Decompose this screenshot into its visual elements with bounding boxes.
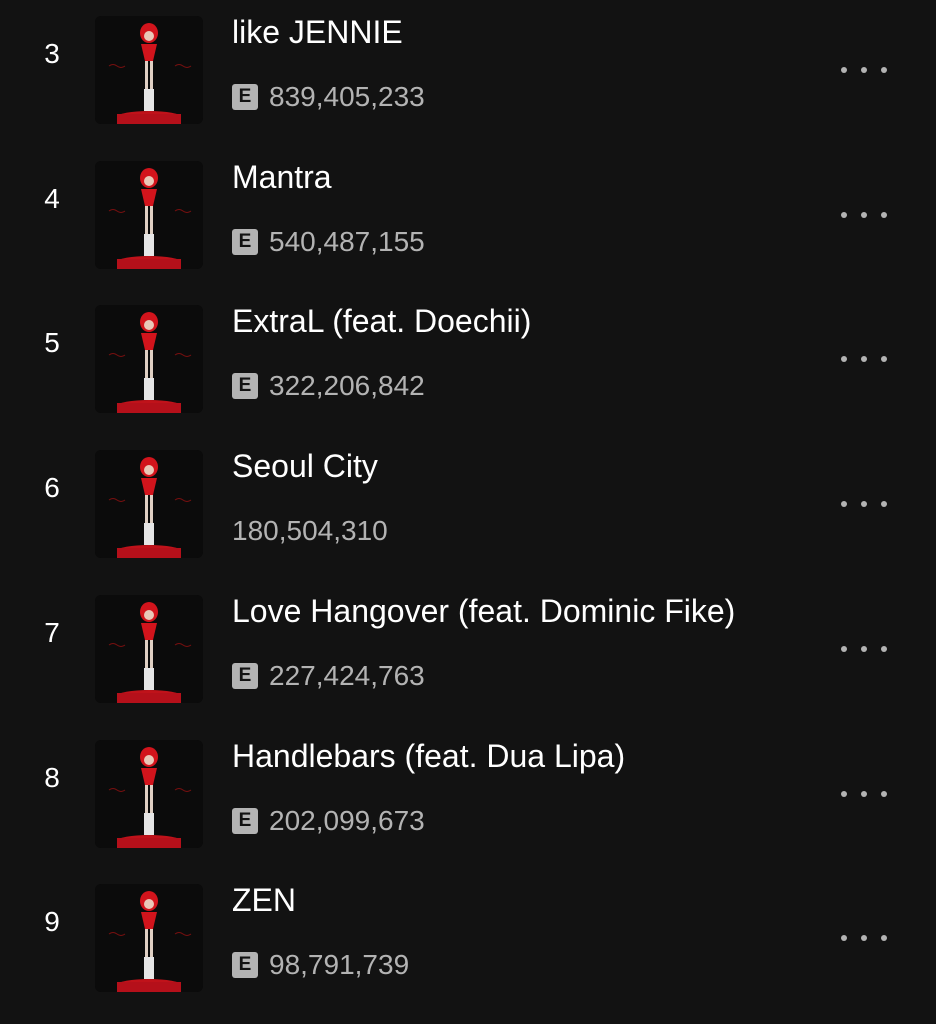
more-options-button[interactable]: [838, 341, 890, 377]
track-row[interactable]: 4 Mantra E 540,487,155: [0, 145, 936, 290]
track-rank: 4: [44, 182, 60, 214]
track-row[interactable]: 3 like JENNIE E 839,405,233: [0, 0, 936, 145]
album-cover-image: [95, 16, 203, 124]
album-cover-image: [95, 305, 203, 414]
more-options-icon: [841, 645, 887, 652]
more-options-button[interactable]: [838, 52, 890, 88]
track-play-count: 227,424,763: [269, 659, 425, 691]
track-row[interactable]: 7 Love Hangover (feat. Dominic Fike) E 2…: [0, 579, 936, 724]
more-options-icon: [841, 211, 887, 218]
explicit-badge-icon: E: [232, 84, 258, 110]
track-row[interactable]: 9 ZEN E 98,791,739: [0, 868, 936, 1013]
track-title[interactable]: ExtraL (feat. Doechii): [232, 302, 531, 340]
explicit-badge-icon: E: [232, 807, 258, 834]
more-options-icon: [841, 935, 887, 942]
track-meta: E 98,791,739: [232, 950, 409, 980]
track-meta: E 202,099,673: [232, 804, 425, 836]
track-title[interactable]: Love Hangover (feat. Dominic Fike): [232, 592, 735, 630]
track-rank: 5: [44, 327, 60, 359]
track-play-count: 540,487,155: [269, 225, 425, 257]
more-options-icon: [841, 356, 887, 363]
track-row[interactable]: 5 ExtraL (feat. Doechii) E 322,206,842: [0, 289, 936, 434]
more-options-button[interactable]: [838, 631, 890, 667]
track-title[interactable]: Seoul City: [232, 447, 378, 485]
more-options-button[interactable]: [838, 776, 890, 812]
track-row[interactable]: 8 Handlebars (feat. Dua Lipa) E 202,099,…: [0, 724, 936, 869]
more-options-icon: [841, 67, 887, 73]
track-title[interactable]: like JENNIE: [232, 13, 403, 51]
more-options-button[interactable]: [838, 920, 890, 956]
track-meta: E 322,206,842: [232, 371, 425, 401]
explicit-badge-icon: E: [232, 373, 258, 400]
track-meta: E 839,405,233: [232, 82, 425, 112]
track-title[interactable]: ZEN: [232, 881, 296, 919]
track-title[interactable]: Handlebars (feat. Dua Lipa): [232, 737, 625, 775]
album-cover-image: [95, 160, 203, 269]
track-rank: 7: [44, 616, 60, 648]
album-cover-image: [95, 594, 203, 703]
album-cover-image: [95, 884, 203, 993]
more-options-button[interactable]: [838, 197, 890, 233]
explicit-badge-icon: E: [232, 228, 258, 255]
album-cover-image: [95, 450, 203, 559]
explicit-badge-icon: E: [232, 662, 258, 689]
track-rank: 9: [44, 906, 60, 938]
popular-tracks-list: 3 like JENNIE E 839,405,233 4 Mantra E 5…: [0, 0, 936, 1024]
track-meta: E 540,487,155: [232, 225, 425, 257]
track-play-count: 322,206,842: [269, 370, 425, 402]
track-rank: 6: [44, 472, 60, 504]
track-play-count: 98,791,739: [269, 949, 410, 981]
track-meta: E 227,424,763: [232, 659, 425, 691]
album-cover-image: [95, 739, 203, 848]
explicit-badge-icon: E: [232, 952, 258, 979]
track-meta: 180,504,310: [232, 516, 388, 546]
track-title[interactable]: Mantra: [232, 158, 332, 196]
track-rank: 3: [44, 38, 60, 69]
more-options-icon: [841, 790, 887, 797]
more-options-icon: [841, 501, 887, 508]
track-rank: 8: [44, 761, 60, 793]
track-play-count: 202,099,673: [269, 804, 425, 836]
track-play-count: 839,405,233: [269, 81, 425, 112]
track-play-count: 180,504,310: [232, 515, 388, 547]
track-row[interactable]: 6 Seoul City 180,504,310: [0, 434, 936, 579]
more-options-button[interactable]: [838, 486, 890, 522]
